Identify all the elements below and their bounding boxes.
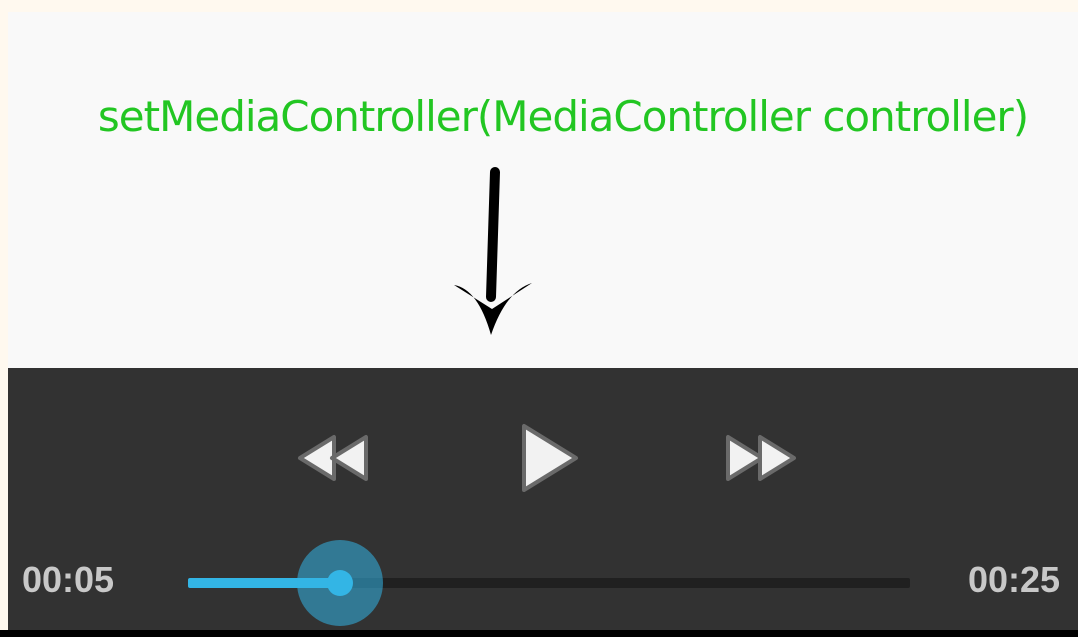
page: setMediaController(MediaController contr… [0,0,1078,637]
play-button[interactable] [510,420,586,496]
down-arrow-icon [454,167,532,335]
bottom-bar [0,630,1078,637]
seek-bar[interactable] [188,540,910,626]
rewind-icon [298,435,368,481]
seek-thumb[interactable] [327,570,353,596]
fast-forward-button[interactable] [720,427,804,489]
fast-forward-icon [726,435,796,481]
current-time: 00:05 [22,559,115,600]
method-signature-caption: setMediaController(MediaController contr… [97,92,1029,141]
annotation-panel: setMediaController(MediaController contr… [8,12,1078,368]
rewind-button[interactable] [290,427,374,489]
total-time: 00:25 [968,559,1061,600]
play-icon [522,424,578,492]
